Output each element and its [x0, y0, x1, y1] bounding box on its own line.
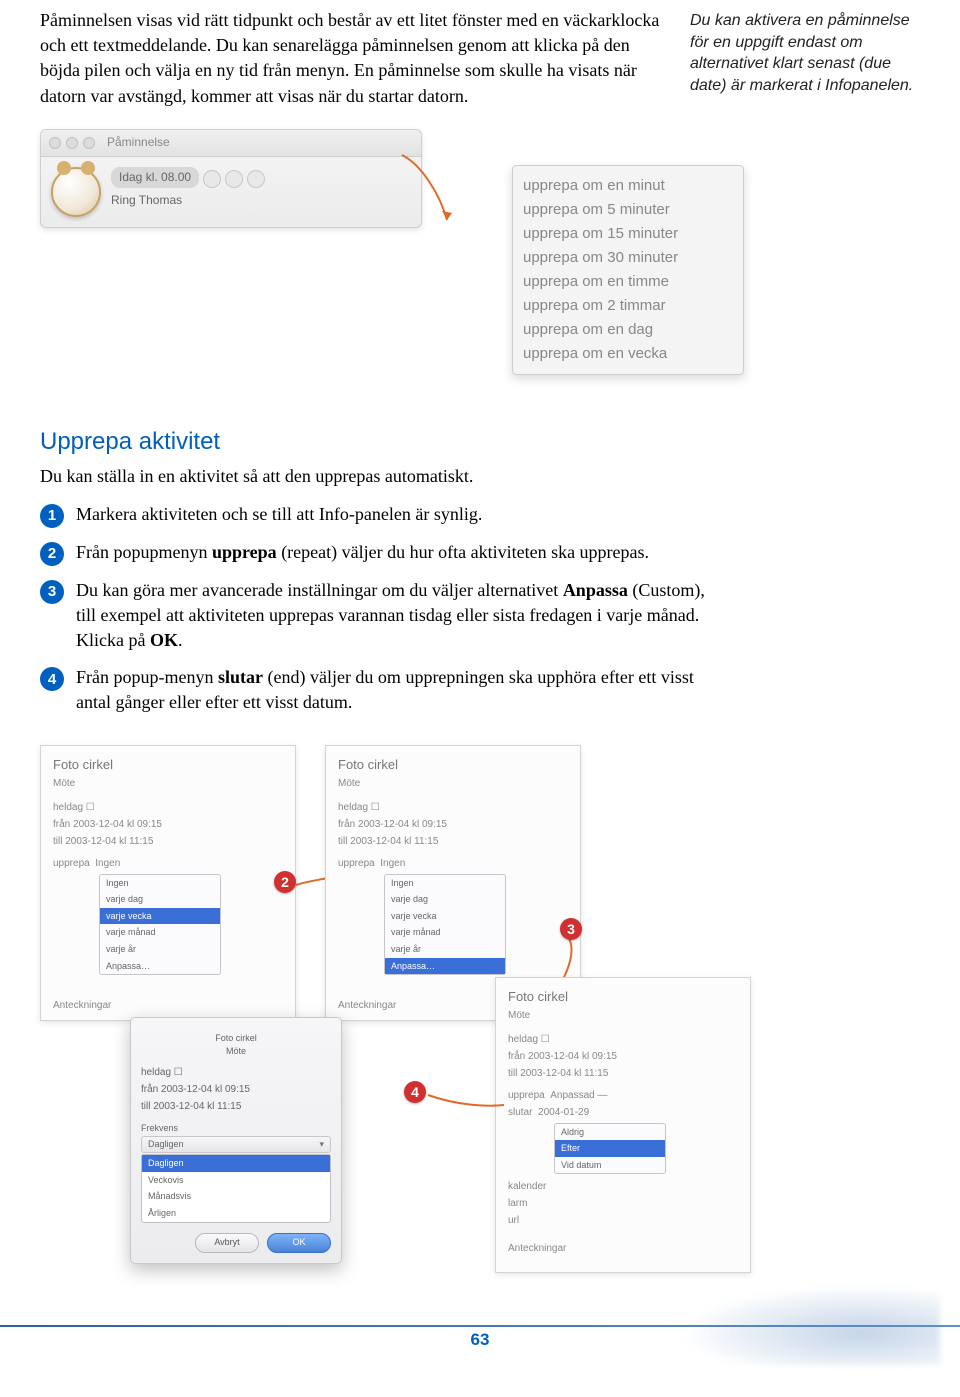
step-1-text: Markera aktiviteten och se till att Info… — [76, 502, 482, 527]
dismiss-button[interactable] — [247, 170, 265, 188]
repeat-option-customize[interactable]: Anpassa… — [385, 958, 505, 975]
reminder-subject: Ring Thomas — [111, 192, 411, 209]
end-dropdown[interactable]: Aldrig Efter Vid datum — [554, 1123, 666, 1175]
zoom-icon[interactable] — [83, 137, 95, 149]
sidebar-note: Du kan aktivera en påminnelse för en upp… — [690, 8, 920, 109]
step-3-text: Du kan göra mer avancerade inställningar… — [76, 578, 716, 654]
chevron-down-icon: ▾ — [319, 1138, 324, 1151]
ok-button[interactable]: OK — [267, 1233, 331, 1253]
repeat-option[interactable]: Ingen — [100, 875, 220, 892]
repeat-option[interactable]: Anpassa… — [100, 958, 220, 975]
snooze-option[interactable]: upprepa om en timme — [523, 270, 733, 294]
step-badge-2: 2 — [40, 542, 64, 566]
panel-title: Foto cirkel — [53, 756, 283, 774]
end-option[interactable]: Vid datum — [555, 1157, 665, 1174]
repeat-dropdown[interactable]: Ingen varje dag varje vecka varje månad … — [99, 874, 221, 976]
repeat-arrow-button[interactable] — [225, 170, 243, 188]
frequency-label: Frekvens — [141, 1123, 178, 1133]
step-badge-3: 3 — [40, 580, 64, 604]
panel-to: till 2003-12-04 kl 11:15 — [53, 835, 283, 849]
step-badge-1: 1 — [40, 504, 64, 528]
sidebar-note-text: Du kan aktivera en påminnelse för en upp… — [690, 12, 913, 94]
step-badge-4: 4 — [40, 667, 64, 691]
reminder-titlebar: Påminnelse — [41, 130, 421, 157]
snooze-option[interactable]: upprepa om 5 minuter — [523, 198, 733, 222]
end-option[interactable]: Aldrig — [555, 1124, 665, 1141]
repeat-dropdown[interactable]: Ingen varje dag varje vecka varje månad … — [384, 874, 506, 976]
info-panel-end-open: Foto cirkel Möte heldag ☐ från 2003-12-0… — [495, 977, 751, 1273]
customize-modal-frequency: Foto cirkel Möte heldag ☐ från 2003-12-0… — [130, 1017, 342, 1263]
cancel-button[interactable]: Avbryt — [195, 1233, 259, 1253]
reminder-time-pill: Idag kl. 08.00 — [111, 167, 199, 188]
page-number: 63 — [40, 1328, 920, 1352]
repeat-option-selected[interactable]: varje vecka — [100, 908, 220, 925]
callout-badge-4: 4 — [404, 1081, 426, 1103]
end-option-selected[interactable]: Efter — [555, 1140, 665, 1157]
repeat-option[interactable]: varje dag — [100, 891, 220, 908]
snooze-menu[interactable]: upprepa om en minut upprepa om 5 minuter… — [512, 165, 744, 375]
panel-allday: heldag ☐ — [53, 801, 283, 815]
intro-text: Påminnelsen visas vid rätt tidpunkt och … — [40, 10, 659, 106]
repeat-option[interactable]: varje månad — [100, 924, 220, 941]
reminder-window-title: Påminnelse — [107, 134, 170, 151]
snooze-option[interactable]: upprepa om 15 minuter — [523, 222, 733, 246]
alarm-clock-icon — [51, 167, 101, 217]
panel-notes-label: Anteckningar — [53, 999, 283, 1013]
panel-subtitle: Möte — [53, 777, 283, 791]
section-intro: Du kan ställa in en aktivitet så att den… — [40, 464, 920, 489]
snooze-option[interactable]: upprepa om en minut — [523, 174, 733, 198]
section-heading: Upprepa aktivitet — [40, 425, 920, 459]
snooze-option[interactable]: upprepa om 2 timmar — [523, 294, 733, 318]
panel-from: från 2003-12-04 kl 09:15 — [53, 818, 283, 832]
close-icon[interactable] — [49, 137, 61, 149]
step-2-text: Från popupmenyn upprepa (repeat) väljer … — [76, 540, 649, 565]
snooze-option[interactable]: upprepa om 30 minuter — [523, 246, 733, 270]
frequency-list[interactable]: Dagligen Veckovis Månadsvis Årligen — [141, 1154, 331, 1222]
snooze-option[interactable]: upprepa om en dag — [523, 318, 733, 342]
snooze-option[interactable]: upprepa om en vecka — [523, 342, 733, 366]
window-controls[interactable] — [49, 137, 95, 149]
repeat-option[interactable]: varje år — [100, 941, 220, 958]
info-panel-repeat-open: Foto cirkel Möte heldag ☐ från 2003-12-0… — [40, 745, 296, 1021]
intro-paragraph: Påminnelsen visas vid rätt tidpunkt och … — [40, 8, 660, 109]
frequency-dropdown[interactable]: Dagligen▾ — [141, 1136, 331, 1153]
reminder-window: Påminnelse Idag kl. 08.00 Ring Thomas — [40, 129, 422, 228]
snooze-button[interactable] — [203, 170, 221, 188]
step-4-text: Från popup-menyn slutar (end) väljer du … — [76, 665, 716, 715]
minimize-icon[interactable] — [66, 137, 78, 149]
